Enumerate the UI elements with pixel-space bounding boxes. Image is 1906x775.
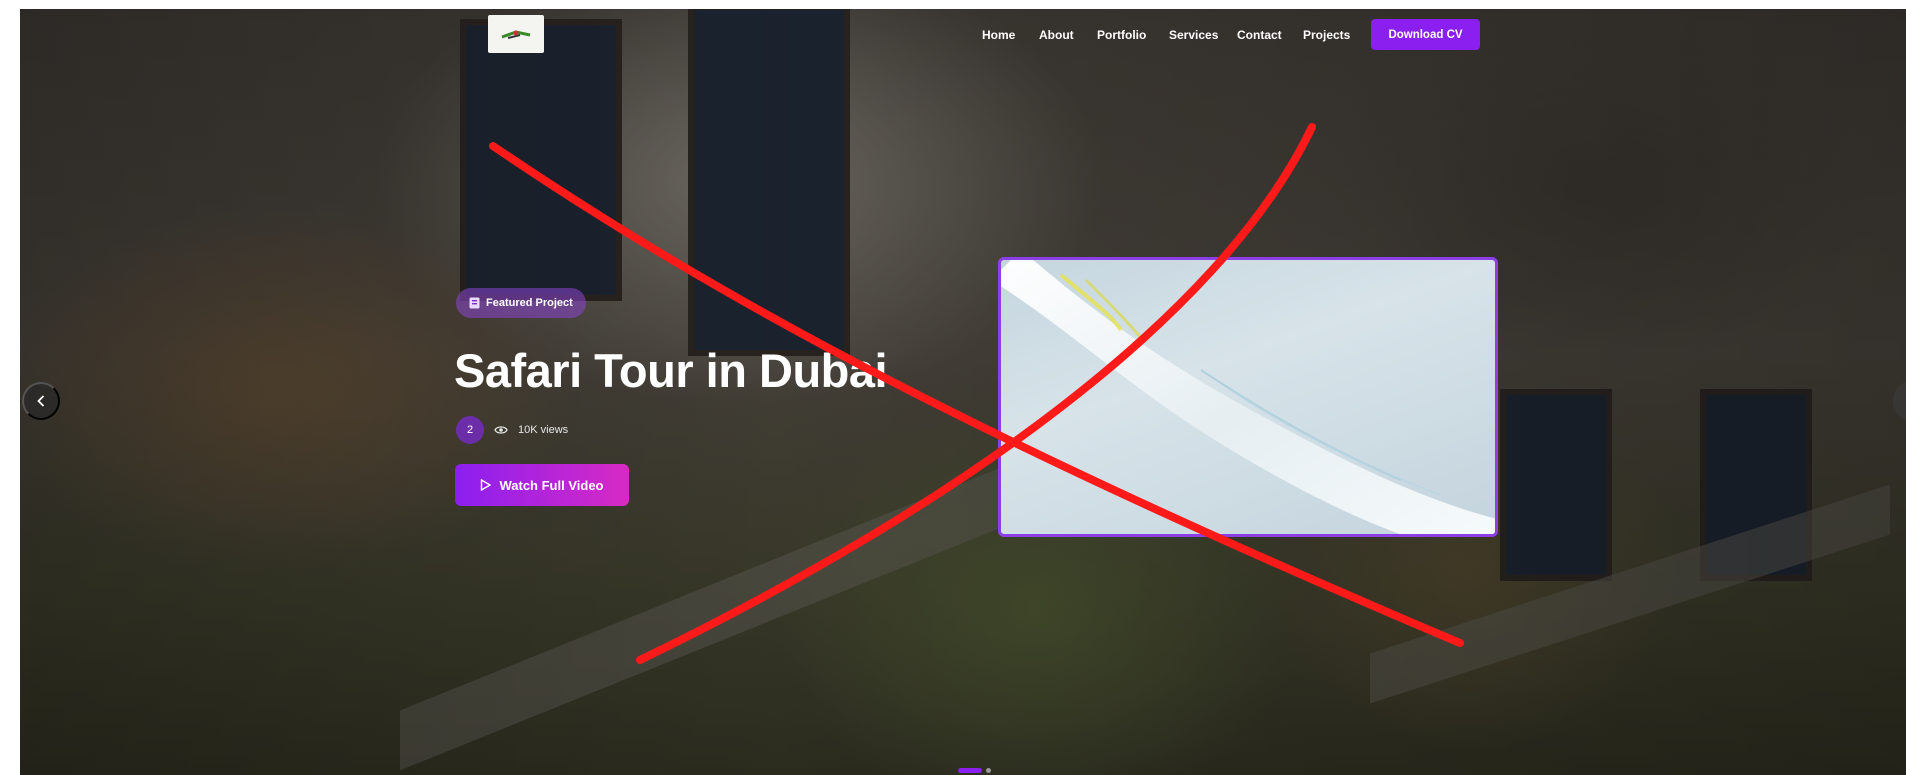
prev-slide-button[interactable] [22, 382, 60, 420]
views-count: 10K views [518, 424, 569, 436]
featured-badge: Featured Project [456, 288, 586, 318]
hero-section [20, 9, 1906, 775]
nav-services[interactable]: Services [1169, 28, 1218, 42]
watch-full-video-button[interactable]: Watch Full Video [455, 464, 629, 506]
nav-portfolio[interactable]: Portfolio [1097, 28, 1146, 42]
play-icon [481, 479, 492, 491]
background-window [688, 9, 850, 356]
document-icon [469, 297, 480, 309]
slider-dot[interactable] [986, 768, 991, 773]
background-window [1500, 389, 1612, 581]
background-window [460, 19, 622, 301]
chevron-left-icon [37, 395, 45, 407]
video-preview[interactable] [998, 257, 1498, 537]
video-thumbnail [1001, 260, 1495, 534]
nav-contact[interactable]: Contact [1237, 28, 1282, 42]
nav-projects[interactable]: Projects [1303, 28, 1350, 42]
nav-about[interactable]: About [1039, 28, 1074, 42]
slider-dots [958, 768, 991, 773]
slider-dot-active[interactable] [958, 768, 982, 773]
hero-title: Safari Tour in Dubai [454, 344, 888, 397]
featured-badge-label: Featured Project [486, 297, 573, 309]
logo-icon [501, 30, 531, 39]
download-cv-button[interactable]: Download CV [1371, 19, 1480, 50]
count-badge: 2 [456, 416, 484, 444]
nav-home[interactable]: Home [982, 28, 1015, 42]
watch-full-video-label: Watch Full Video [499, 477, 604, 493]
hero-meta: 2 10K views [456, 416, 568, 444]
eye-icon [494, 426, 508, 434]
site-logo[interactable] [488, 15, 544, 53]
